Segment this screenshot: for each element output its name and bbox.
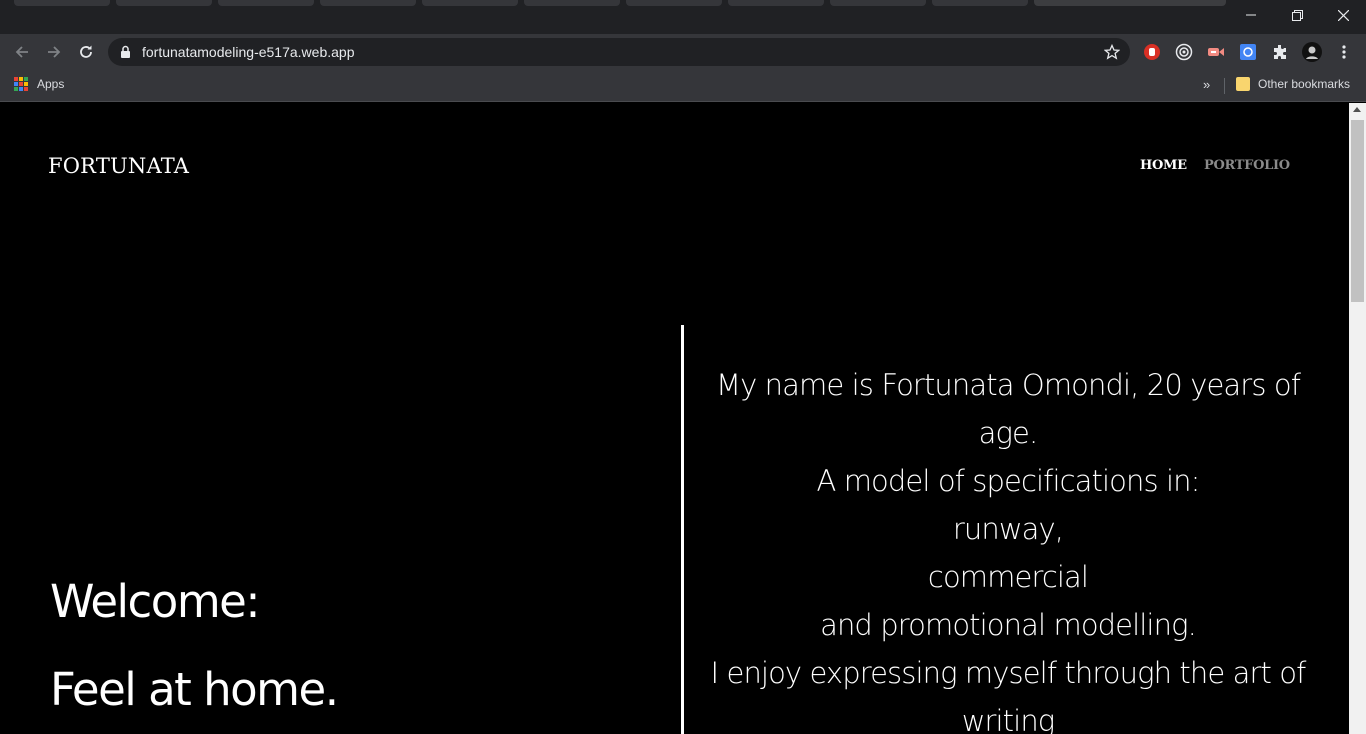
tab[interactable]	[218, 0, 314, 6]
tab-strip	[0, 0, 1366, 34]
extensions-icon[interactable]	[1270, 42, 1290, 62]
url-text[interactable]: fortunatamodeling-e517a.web.app	[142, 44, 355, 60]
tab[interactable]	[830, 0, 926, 6]
forward-icon	[48, 46, 61, 58]
close-window-button[interactable]	[1320, 0, 1366, 30]
target-extension-icon[interactable]	[1174, 42, 1194, 62]
nav-portfolio-link[interactable]: PORTFOLIO	[1204, 158, 1290, 173]
apps-bookmark[interactable]: Apps	[14, 77, 64, 91]
back-icon	[15, 46, 28, 58]
restore-icon	[1291, 9, 1303, 21]
screen-extension-icon[interactable]	[1238, 42, 1258, 62]
welcome-heading: Welcome:	[50, 575, 261, 628]
other-bookmarks-label: Other bookmarks	[1258, 77, 1351, 91]
bookmarks-overflow-button[interactable]: »	[1203, 77, 1210, 92]
tab[interactable]	[932, 0, 1028, 6]
video-extension-icon[interactable]	[1206, 42, 1226, 62]
page-scrollbar[interactable]	[1349, 103, 1366, 734]
bio-line: My name is Fortunata Omondi, 20 years of…	[715, 368, 1301, 450]
address-bar[interactable]: fortunatamodeling-e517a.web.app	[108, 38, 1130, 66]
tab[interactable]	[626, 0, 722, 6]
bio-line: A model of specifications in:	[816, 464, 1200, 498]
scroll-up-arrow-icon[interactable]	[1353, 107, 1361, 112]
apps-label: Apps	[37, 77, 65, 91]
browser-menu-button[interactable]	[1334, 42, 1354, 62]
tab[interactable]	[422, 0, 518, 6]
apps-grid-icon	[14, 77, 28, 91]
tab[interactable]	[524, 0, 620, 6]
browser-toolbar: fortunatamodeling-e517a.web.app	[0, 34, 1366, 70]
adblock-extension-icon[interactable]	[1142, 42, 1162, 62]
menu-icon	[1342, 45, 1346, 59]
minimize-icon	[1246, 14, 1256, 16]
bio-line: commercial	[927, 560, 1089, 594]
minimize-button[interactable]	[1228, 0, 1274, 30]
bio-line: runway,	[952, 512, 1064, 546]
tab[interactable]	[116, 0, 212, 6]
profile-avatar[interactable]	[1302, 42, 1322, 62]
bookmarks-bar: Apps » Other bookmarks	[0, 70, 1366, 102]
active-tab[interactable]	[1034, 0, 1226, 6]
tab[interactable]	[14, 0, 110, 6]
feel-at-home-heading: Feel at home.	[50, 663, 339, 716]
page-content: FORTUNATA HOME PORTFOLIO Welcome: Feel a…	[0, 103, 1349, 734]
tab[interactable]	[320, 0, 416, 6]
site-brand[interactable]: FORTUNATA	[48, 154, 189, 178]
bio-line: and promotional modelling.	[820, 608, 1197, 642]
restore-button[interactable]	[1274, 0, 1320, 30]
bio-line: I enjoy expressing myself through the ar…	[710, 656, 1307, 734]
reload-button[interactable]	[72, 38, 100, 66]
back-button[interactable]	[8, 38, 36, 66]
other-bookmarks-folder[interactable]: Other bookmarks	[1236, 77, 1350, 91]
vertical-divider	[681, 325, 684, 734]
star-icon[interactable]	[1104, 44, 1120, 60]
nav-home-link[interactable]: HOME	[1140, 158, 1187, 173]
folder-icon	[1236, 77, 1250, 91]
bio-text: My name is Fortunata Omondi, 20 years of…	[700, 361, 1316, 734]
bookmarks-divider	[1224, 78, 1225, 94]
lock-icon	[121, 45, 130, 58]
scrollbar-thumb[interactable]	[1351, 120, 1364, 302]
close-icon	[1337, 9, 1349, 21]
tab[interactable]	[728, 0, 824, 6]
forward-button[interactable]	[40, 38, 68, 66]
reload-icon	[80, 45, 92, 58]
